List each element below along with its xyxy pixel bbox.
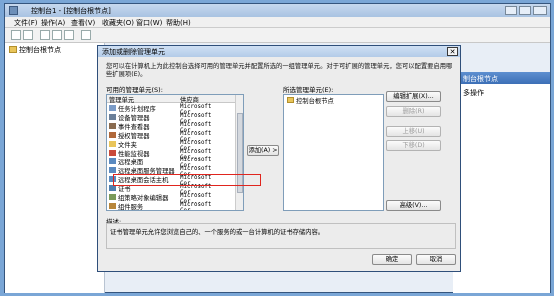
actions-pane: [453, 72, 550, 293]
help-icon[interactable]: [81, 30, 91, 40]
cancel-button[interactable]: 取消: [416, 254, 456, 265]
snapin-icon: [109, 194, 116, 200]
minimize-button[interactable]: [505, 6, 517, 15]
description-box: 证书管理单元允许您浏览自己的、一个服务的或一台计算机的证书存储内容。: [106, 223, 456, 249]
close-button[interactable]: [533, 6, 547, 15]
maximize-button[interactable]: [519, 6, 531, 15]
export-icon[interactable]: [64, 30, 74, 40]
menu-file[interactable]: 文件(F): [14, 18, 38, 28]
dialog-title-bar: 添加或删除管理单元 ✕: [98, 46, 460, 57]
menu-bar: 文件(F) 操作(A) 查看(V) 收藏夹(O) 窗口(W) 帮助(H): [5, 17, 550, 28]
snapin-vendor: Microsoft Cor...: [180, 201, 212, 211]
list-scrollbar[interactable]: [235, 95, 243, 210]
snapin-name: 远程桌面: [118, 159, 144, 167]
dialog-intro: 您可以在计算机上为此控制台选择可用的管理单元并配置所选的一组管理单元。对于可扩展…: [106, 63, 453, 78]
selected-label: 所选管理单元(E):: [283, 86, 334, 94]
tree-root-node[interactable]: 控制台根节点: [19, 45, 61, 55]
snapin-name: 授权管理器: [118, 132, 150, 140]
available-snapins-list[interactable]: 管理单元 供应商 任务计划程序 Microsoft Cor... 设备管理器 Micr…: [106, 94, 244, 211]
snapin-row[interactable]: 远程桌面 Microsoft Cor...: [107, 157, 235, 169]
actions-header-label: 制台根节点: [463, 75, 498, 83]
snapin-icon: [109, 140, 116, 147]
snapin-row[interactable]: 设备管理器 Microsoft Cor...: [107, 113, 235, 125]
folder-icon: [287, 97, 294, 103]
dialog-title: 添加或删除管理单元: [102, 48, 165, 56]
menu-action[interactable]: 操作(A): [41, 18, 65, 28]
move-down-button[interactable]: 下移(D): [386, 140, 441, 151]
up-icon[interactable]: [40, 30, 50, 40]
menu-view[interactable]: 查看(V): [71, 18, 95, 28]
snapin-row[interactable]: 组策略对象编辑器 Microsoft Cor...: [107, 193, 235, 205]
selected-item[interactable]: 控制台根节点: [296, 96, 334, 105]
list-header: 管理单元 供应商: [107, 95, 235, 104]
snapin-icon: [109, 113, 116, 120]
snapin-name: 文件夹: [118, 141, 137, 149]
snapin-icon: [109, 131, 116, 138]
window-title-bar: 控制台1 - [控制台根节点]: [5, 4, 550, 17]
menu-window[interactable]: 窗口(W): [136, 18, 162, 28]
snapin-name: 设备管理器: [118, 114, 150, 122]
snapin-row[interactable]: 性能监视器 Microsoft Cor...: [107, 149, 235, 161]
ok-button[interactable]: 确定: [372, 254, 412, 265]
app-icon: [9, 6, 18, 15]
move-up-button[interactable]: 上移(U): [386, 126, 441, 137]
dialog-close-button[interactable]: ✕: [447, 47, 458, 56]
window-title: 控制台1 - [控制台根节点]: [31, 7, 111, 15]
add-remove-snapin-dialog: 添加或删除管理单元 ✕ 您可以在计算机上为此控制台选择可用的管理单元并配置所选的…: [97, 45, 461, 272]
snapin-name: 组策略对象编辑器: [118, 195, 169, 202]
snapin-icon: [109, 158, 116, 165]
actions-item[interactable]: 多操作: [463, 88, 484, 98]
snapin-icon: [109, 105, 116, 111]
snapin-name: 性能监视器: [118, 150, 150, 158]
show-tree-icon[interactable]: [52, 30, 62, 40]
snapin-name: 任务计划程序: [118, 106, 156, 113]
snapin-name: 组件服务: [118, 203, 144, 211]
selected-snapins-list[interactable]: 控制台根节点: [283, 94, 384, 211]
toolbar: [5, 28, 550, 43]
snapin-row[interactable]: 组件服务 Microsoft Cor...: [107, 202, 235, 210]
menu-help[interactable]: 帮助(H): [166, 18, 191, 28]
menu-favorites[interactable]: 收藏夹(O): [102, 18, 134, 28]
advanced-button[interactable]: 高级(V)...: [386, 200, 441, 211]
selection-highlight-box: [113, 174, 261, 186]
snapin-row[interactable]: 文件夹 Microsoft Cor...: [107, 140, 235, 152]
edit-extensions-button[interactable]: 编辑扩展(X)...: [386, 91, 441, 102]
column-snapin[interactable]: 管理单元: [109, 95, 134, 104]
folder-icon: [9, 46, 17, 53]
snapin-icon: [109, 122, 116, 129]
snapin-icon: [109, 202, 116, 209]
snapin-row[interactable]: 事件查看器 Microsoft Cor...: [107, 122, 235, 134]
available-label: 可用的管理单元(S):: [106, 86, 163, 94]
remove-button[interactable]: 删除(R): [386, 106, 441, 117]
snapin-row[interactable]: 授权管理器 Microsoft Cor...: [107, 131, 235, 143]
add-button[interactable]: 添加(A) >: [247, 145, 279, 156]
snapin-name: 事件查看器: [118, 123, 150, 131]
column-vendor[interactable]: 供应商: [180, 95, 199, 104]
snapin-row[interactable]: 任务计划程序 Microsoft Cor...: [107, 104, 235, 116]
snapin-icon: [109, 167, 116, 174]
description-text: 证书管理单元允许您浏览自己的、一个服务的或一台计算机的证书存储内容。: [110, 229, 325, 236]
tree-pane: 控制台根节点: [5, 43, 105, 293]
forward-icon[interactable]: [23, 30, 33, 40]
back-icon[interactable]: [11, 30, 21, 40]
snapin-icon: [109, 149, 116, 156]
actions-header: 制台根节点: [453, 72, 550, 84]
